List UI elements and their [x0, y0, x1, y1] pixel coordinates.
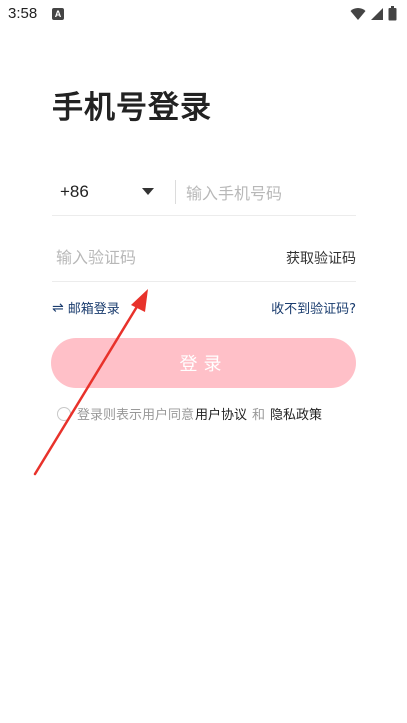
- no-code-link[interactable]: 收不到验证码?: [271, 298, 356, 317]
- wifi-icon: [350, 7, 366, 20]
- email-login-label: 邮箱登录: [67, 302, 120, 317]
- divider: [175, 180, 176, 204]
- status-time: 3:58: [8, 5, 38, 22]
- country-code[interactable]: +86: [60, 182, 89, 202]
- swap-icon: ⇌: [52, 299, 64, 316]
- phone-input[interactable]: [186, 178, 354, 208]
- status-bar: 3:58 A: [0, 0, 407, 30]
- notification-icon: A: [52, 8, 64, 20]
- login-button[interactable]: 登录: [51, 338, 356, 388]
- email-login-link[interactable]: ⇌ 邮箱登录: [52, 298, 120, 318]
- code-input[interactable]: [56, 242, 256, 272]
- agreement-checkbox[interactable]: [57, 406, 71, 421]
- privacy-policy-link[interactable]: 隐私政策: [270, 404, 322, 423]
- agreement-and: 和: [252, 408, 266, 423]
- page-title: 手机号登录: [52, 90, 212, 126]
- phone-row: +86: [52, 170, 356, 216]
- get-code-button[interactable]: 获取验证码: [286, 248, 356, 268]
- battery-icon: [388, 6, 397, 21]
- chevron-down-icon[interactable]: [142, 188, 154, 195]
- status-icons: [350, 6, 397, 21]
- signal-icon: [371, 7, 383, 20]
- user-agreement-link[interactable]: 用户协议: [195, 404, 247, 423]
- agreement-row: 登录则表示用户同意 用户协议 和 隐私政策: [57, 404, 323, 423]
- agreement-prefix: 登录则表示用户同意: [77, 408, 195, 423]
- code-row: 获取验证码: [52, 234, 356, 282]
